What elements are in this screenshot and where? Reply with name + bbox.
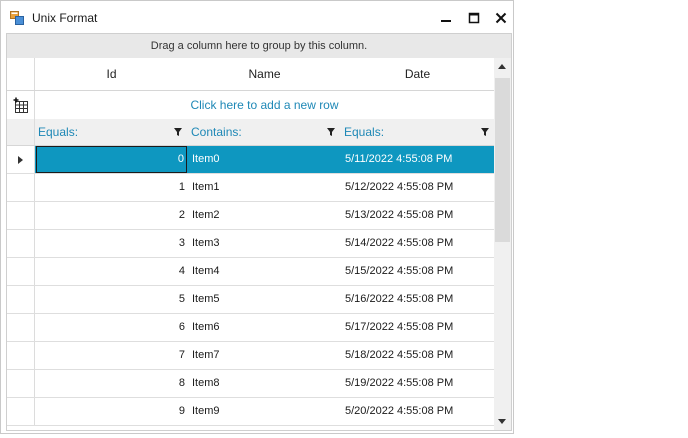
- group-panel[interactable]: Drag a column here to group by this colu…: [7, 34, 511, 59]
- cell-id[interactable]: 7: [36, 342, 187, 369]
- cell-id[interactable]: 3: [36, 230, 187, 257]
- scroll-up-arrow-icon[interactable]: [498, 64, 506, 69]
- scrollbar-thumb[interactable]: [495, 78, 510, 242]
- cell-name[interactable]: Item4: [192, 258, 342, 285]
- row-indicator[interactable]: [7, 146, 35, 173]
- cell-id[interactable]: 4: [36, 258, 187, 285]
- cell-name[interactable]: Item2: [192, 202, 342, 229]
- row-indicator[interactable]: [7, 202, 35, 229]
- table-row[interactable]: 0 Item0 5/11/2022 4:55:08 PM: [7, 146, 494, 174]
- maximize-icon[interactable]: [466, 10, 482, 26]
- close-icon[interactable]: [493, 10, 509, 26]
- cell-name[interactable]: Item3: [192, 230, 342, 257]
- scroll-down-arrow-icon[interactable]: [498, 419, 506, 424]
- cell-date[interactable]: 5/19/2022 4:55:08 PM: [345, 370, 495, 397]
- cell-id[interactable]: 8: [36, 370, 187, 397]
- cell-name[interactable]: Item5: [192, 286, 342, 313]
- filter-operator-name[interactable]: Contains:: [191, 119, 242, 145]
- row-indicator[interactable]: [7, 258, 35, 285]
- table-row[interactable]: 2 Item2 5/13/2022 4:55:08 PM: [7, 202, 494, 230]
- header-corner: [7, 58, 35, 90]
- filter-operator-date[interactable]: Equals:: [344, 119, 384, 145]
- row-indicator[interactable]: [7, 230, 35, 257]
- table-row[interactable]: 3 Item3 5/14/2022 4:55:08 PM: [7, 230, 494, 258]
- filter-operator-id[interactable]: Equals:: [38, 119, 78, 145]
- add-new-row-link[interactable]: Click here to add a new row: [35, 91, 494, 119]
- table-row[interactable]: 7 Item7 5/18/2022 4:55:08 PM: [7, 342, 494, 370]
- vertical-scrollbar[interactable]: [494, 58, 511, 430]
- table-row[interactable]: 6 Item6 5/17/2022 4:55:08 PM: [7, 314, 494, 342]
- filter-row: Equals: Contains: Equals:: [7, 119, 494, 146]
- cell-date[interactable]: 5/12/2022 4:55:08 PM: [345, 174, 495, 201]
- cell-date[interactable]: 5/11/2022 4:55:08 PM: [345, 146, 495, 173]
- cell-date[interactable]: 5/17/2022 4:55:08 PM: [345, 314, 495, 341]
- cell-date[interactable]: 5/20/2022 4:55:08 PM: [345, 398, 495, 425]
- app-window: Unix Format Drag a column here to group …: [0, 0, 514, 434]
- minimize-icon[interactable]: [438, 10, 454, 26]
- table-row[interactable]: 9 Item9 5/20/2022 4:55:08 PM: [7, 398, 494, 426]
- cell-name[interactable]: Item9: [192, 398, 342, 425]
- cell-id[interactable]: 6: [36, 314, 187, 341]
- cell-name[interactable]: Item7: [192, 342, 342, 369]
- cell-id[interactable]: 5: [36, 286, 187, 313]
- filter-funnel-icon[interactable]: [174, 128, 182, 136]
- new-row-indicator: [7, 91, 35, 119]
- cell-date[interactable]: 5/16/2022 4:55:08 PM: [345, 286, 495, 313]
- filter-funnel-icon[interactable]: [481, 128, 489, 136]
- window-title: Unix Format: [32, 11, 98, 25]
- cell-date[interactable]: 5/15/2022 4:55:08 PM: [345, 258, 495, 285]
- column-header-date[interactable]: Date: [341, 58, 494, 90]
- new-row[interactable]: Click here to add a new row: [7, 91, 494, 120]
- table-row[interactable]: 8 Item8 5/19/2022 4:55:08 PM: [7, 370, 494, 398]
- row-indicator[interactable]: [7, 314, 35, 341]
- cell-name[interactable]: Item0: [192, 146, 342, 173]
- add-row-icon: [13, 97, 28, 113]
- cell-id[interactable]: 0: [36, 146, 187, 173]
- filter-funnel-icon[interactable]: [327, 128, 335, 136]
- cell-id[interactable]: 1: [36, 174, 187, 201]
- column-header-id[interactable]: Id: [35, 58, 188, 90]
- cell-date[interactable]: 5/18/2022 4:55:08 PM: [345, 342, 495, 369]
- table-row[interactable]: 4 Item4 5/15/2022 4:55:08 PM: [7, 258, 494, 286]
- cell-date[interactable]: 5/13/2022 4:55:08 PM: [345, 202, 495, 229]
- winforms-app-icon: [10, 11, 24, 25]
- current-row-arrow-icon: [18, 156, 23, 164]
- column-header-row: Id Name Date: [7, 58, 494, 91]
- row-indicator[interactable]: [7, 174, 35, 201]
- column-header-name[interactable]: Name: [188, 58, 341, 90]
- cell-name[interactable]: Item1: [192, 174, 342, 201]
- title-bar[interactable]: Unix Format: [1, 1, 513, 33]
- cell-name[interactable]: Item8: [192, 370, 342, 397]
- table-row[interactable]: 5 Item5 5/16/2022 4:55:08 PM: [7, 286, 494, 314]
- data-grid[interactable]: Drag a column here to group by this colu…: [6, 33, 512, 431]
- cell-id[interactable]: 9: [36, 398, 187, 425]
- row-indicator[interactable]: [7, 342, 35, 369]
- row-indicator[interactable]: [7, 286, 35, 313]
- cell-name[interactable]: Item6: [192, 314, 342, 341]
- row-indicator[interactable]: [7, 370, 35, 397]
- row-indicator[interactable]: [7, 398, 35, 425]
- cell-date[interactable]: 5/14/2022 4:55:08 PM: [345, 230, 495, 257]
- table-row[interactable]: 1 Item1 5/12/2022 4:55:08 PM: [7, 174, 494, 202]
- filter-row-indicator: [7, 119, 35, 145]
- cell-id[interactable]: 2: [36, 202, 187, 229]
